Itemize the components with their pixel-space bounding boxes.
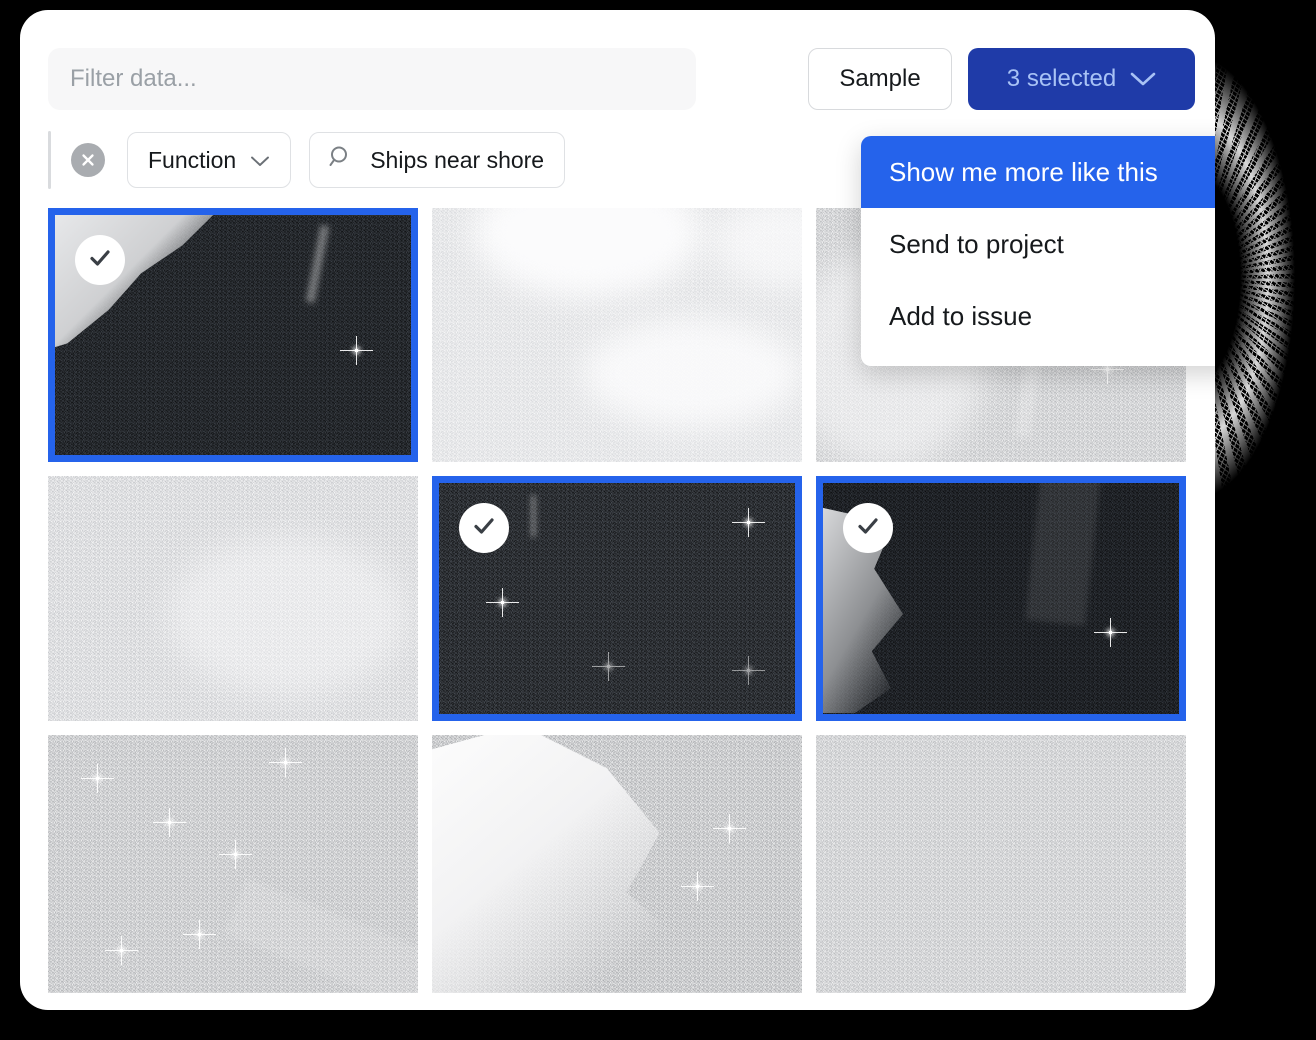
tile-1-check-badge[interactable] [75, 235, 125, 285]
menu-item-send-to-project[interactable]: Send to project [861, 208, 1215, 280]
grid-tile-7[interactable] [48, 735, 418, 993]
toolbar: Sample 3 selected [48, 48, 1195, 110]
chevron-down-icon [1130, 71, 1156, 87]
grid-tile-8[interactable] [432, 735, 802, 993]
app-root: Sample 3 selected Function [0, 0, 1316, 1040]
selected-count-button[interactable]: 3 selected [968, 48, 1195, 110]
filter-chip-search-label: Ships near shore [370, 146, 545, 173]
grid-tile-2[interactable] [432, 208, 802, 462]
search-icon [328, 144, 354, 176]
menu-item-show-more-like-this[interactable]: Show me more like this [861, 136, 1215, 208]
main-panel: Sample 3 selected Function [20, 10, 1215, 1010]
grid-tile-6[interactable] [816, 476, 1186, 721]
tile-6-check-badge[interactable] [843, 503, 893, 553]
selected-count-label: 3 selected [1006, 65, 1117, 92]
filter-chip-function-label: Function [148, 146, 237, 173]
check-icon [471, 513, 497, 544]
grid-tile-5[interactable] [432, 476, 802, 721]
check-icon [87, 245, 113, 276]
close-circle-icon[interactable] [71, 143, 105, 177]
menu-item-add-to-issue[interactable]: Add to issue [861, 280, 1215, 352]
filter-chip-row: Function Ships near shore [48, 128, 583, 192]
tile-5-check-badge[interactable] [459, 503, 509, 553]
chip-row-divider [48, 131, 51, 189]
chevron-down-icon [250, 147, 270, 174]
filter-chip-search[interactable]: Ships near shore [309, 132, 566, 188]
selection-context-menu: Show me more like this Send to project A… [861, 136, 1215, 366]
grid-tile-4[interactable] [48, 476, 418, 721]
grid-tile-9[interactable] [816, 735, 1186, 993]
sample-button[interactable]: Sample [808, 48, 952, 110]
grid-tile-1[interactable] [48, 208, 418, 462]
filter-data-input[interactable] [48, 48, 696, 110]
filter-chip-function[interactable]: Function [127, 132, 292, 188]
check-icon [855, 513, 881, 544]
